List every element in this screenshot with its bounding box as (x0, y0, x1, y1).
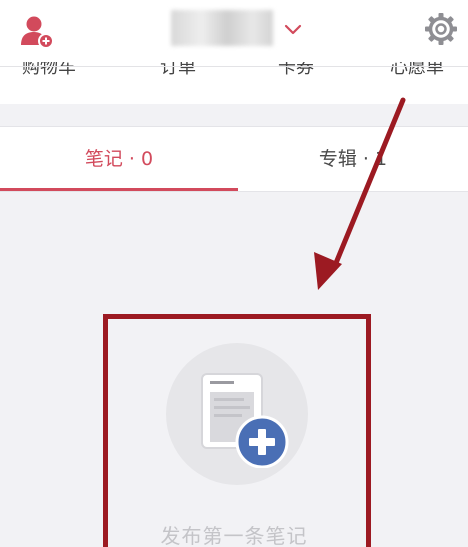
tab-notes[interactable]: 笔记 · 0 (0, 127, 238, 191)
quicknav-wishlist[interactable]: 心愿单 (390, 62, 444, 79)
active-tab-indicator (0, 188, 238, 191)
quick-nav: 购物车 订单 卡券 心愿单 (0, 62, 468, 104)
empty-state-text[interactable]: 发布第一条笔记 (104, 520, 364, 547)
gear-icon (425, 13, 457, 45)
top-bar (0, 0, 468, 66)
quicknav-coupons[interactable]: 卡券 (278, 62, 314, 79)
add-user-button[interactable] (20, 14, 56, 50)
account-switch-button[interactable] (282, 22, 304, 38)
content-tabs: 笔记 · 0 专辑 · 1 (0, 126, 468, 192)
quicknav-orders[interactable]: 订单 (160, 62, 196, 79)
new-note-icon (200, 372, 290, 469)
chevron-down-icon (284, 24, 302, 35)
quicknav-cart[interactable]: 购物车 (22, 62, 76, 79)
header-divider (0, 66, 468, 67)
settings-button[interactable] (424, 12, 458, 46)
add-user-icon (21, 16, 54, 49)
username[interactable] (171, 10, 273, 46)
tab-albums[interactable]: 专辑 · 1 (238, 127, 468, 191)
